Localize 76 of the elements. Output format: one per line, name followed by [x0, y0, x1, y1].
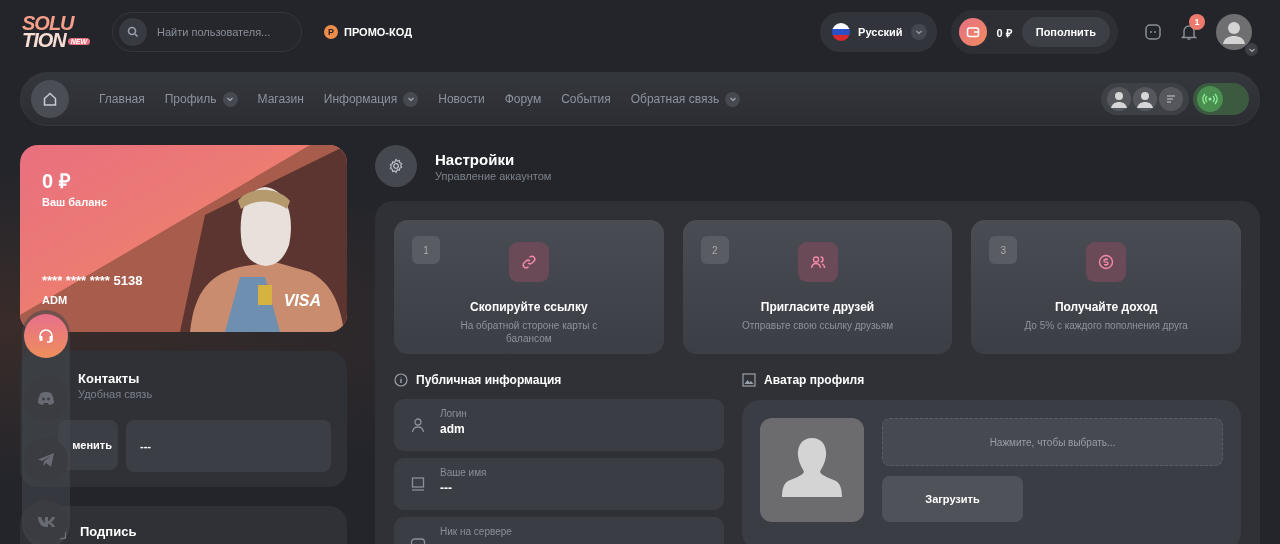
step-title: Получайте доход [1054, 300, 1158, 314]
users-icon [809, 254, 826, 270]
nav-link[interactable]: Форум [504, 92, 542, 106]
nav-link[interactable]: Обратная связь [630, 91, 741, 107]
file-picker[interactable]: Нажмите, чтобы выбрать... [882, 418, 1223, 466]
promo-code-link[interactable]: Р ПРОМО-КОД [324, 25, 412, 39]
chat-icon[interactable] [1144, 23, 1162, 41]
page-title: Настройки [435, 150, 516, 168]
panel-subtitle: Удобная связь [78, 388, 154, 400]
wallet-icon [965, 25, 980, 39]
image-icon [742, 373, 756, 387]
broadcast-button[interactable] [1193, 83, 1249, 115]
vk-logo-icon [37, 516, 55, 528]
step-number: 3 [989, 236, 1018, 264]
change-button[interactable]: менить [58, 420, 118, 470]
nav-link[interactable]: Главная [99, 92, 145, 106]
nav-link[interactable]: Новости [438, 92, 485, 106]
bell-icon[interactable] [1180, 23, 1198, 41]
user-icon [410, 417, 426, 433]
field-value: adm [440, 422, 466, 436]
user-avatar[interactable] [1133, 87, 1157, 111]
nav-link[interactable]: События [561, 92, 611, 106]
upload-button[interactable]: Загрузить [882, 476, 1023, 522]
field-label: Ваше имя [440, 467, 487, 478]
step-description: Отправьте свою ссылку друзьям [740, 319, 895, 332]
panel-title: Подпись [80, 524, 137, 539]
panel-title: Контакты [78, 371, 141, 386]
broadcast-icon [1202, 93, 1218, 105]
headset-icon [37, 327, 55, 345]
nav-link[interactable]: Информация [323, 91, 419, 107]
caret-icon[interactable] [1245, 43, 1258, 56]
notification-count: 1 [1189, 14, 1205, 30]
step-title: Скопируйте ссылку [470, 300, 588, 314]
field-label: Логин [440, 408, 467, 419]
info-icon [394, 373, 408, 387]
balance-amount: 0 ₽ [996, 25, 1012, 40]
profile-field[interactable]: Ник на сервере [394, 517, 724, 544]
step-description: На обратной стороне карты с балансом [459, 319, 599, 345]
contact-value: --- [126, 420, 331, 472]
avatar-placeholder-icon [760, 418, 864, 522]
top-up-button[interactable]: Пополнить [1021, 17, 1110, 47]
nav-link[interactable]: Профиль [164, 91, 238, 107]
card-number: **** **** **** 5138 [42, 273, 144, 288]
flag-icon [832, 23, 851, 41]
card-caption: Ваш баланс [42, 196, 109, 208]
search-field[interactable]: Найти пользователя... [112, 12, 302, 52]
field-value: --- [440, 481, 453, 495]
monitor-icon [410, 476, 426, 492]
section-title: Публичная информация [416, 373, 562, 387]
card-holder: ADM [42, 294, 68, 306]
dropdown-icon [222, 91, 238, 107]
profile-field[interactable]: Ваше имя --- [394, 458, 724, 510]
dropdown-icon [403, 91, 419, 107]
step-description: До 5% с каждого пополнения друга [1023, 319, 1189, 332]
caret-icon [910, 24, 927, 40]
dropdown-icon [725, 91, 741, 107]
step-number: 1 [412, 236, 440, 264]
field-label: Ник на сервере [440, 526, 512, 537]
page-subtitle: Управление аккаунтом [435, 169, 552, 182]
card-brand: VISA [283, 292, 321, 310]
profile-field[interactable]: Логин adm [394, 399, 724, 451]
user-avatar[interactable] [1107, 87, 1131, 111]
paper-plane-icon [37, 452, 55, 468]
filter-icon[interactable] [1159, 87, 1183, 111]
section-title: Аватар профиля [764, 373, 865, 387]
nav-link[interactable]: Магазин [257, 92, 304, 106]
dollar-coin-icon [1098, 254, 1115, 270]
user-avatar[interactable] [1216, 14, 1252, 50]
link-icon [520, 254, 537, 270]
home-icon [42, 91, 58, 107]
card-balance: 0 ₽ [42, 169, 72, 194]
settings-icon [388, 158, 404, 174]
language-selector[interactable]: Русский [820, 12, 937, 52]
step-number: 2 [700, 236, 729, 264]
home-button[interactable] [31, 80, 69, 118]
step-title: Пригласите друзей [760, 300, 875, 314]
